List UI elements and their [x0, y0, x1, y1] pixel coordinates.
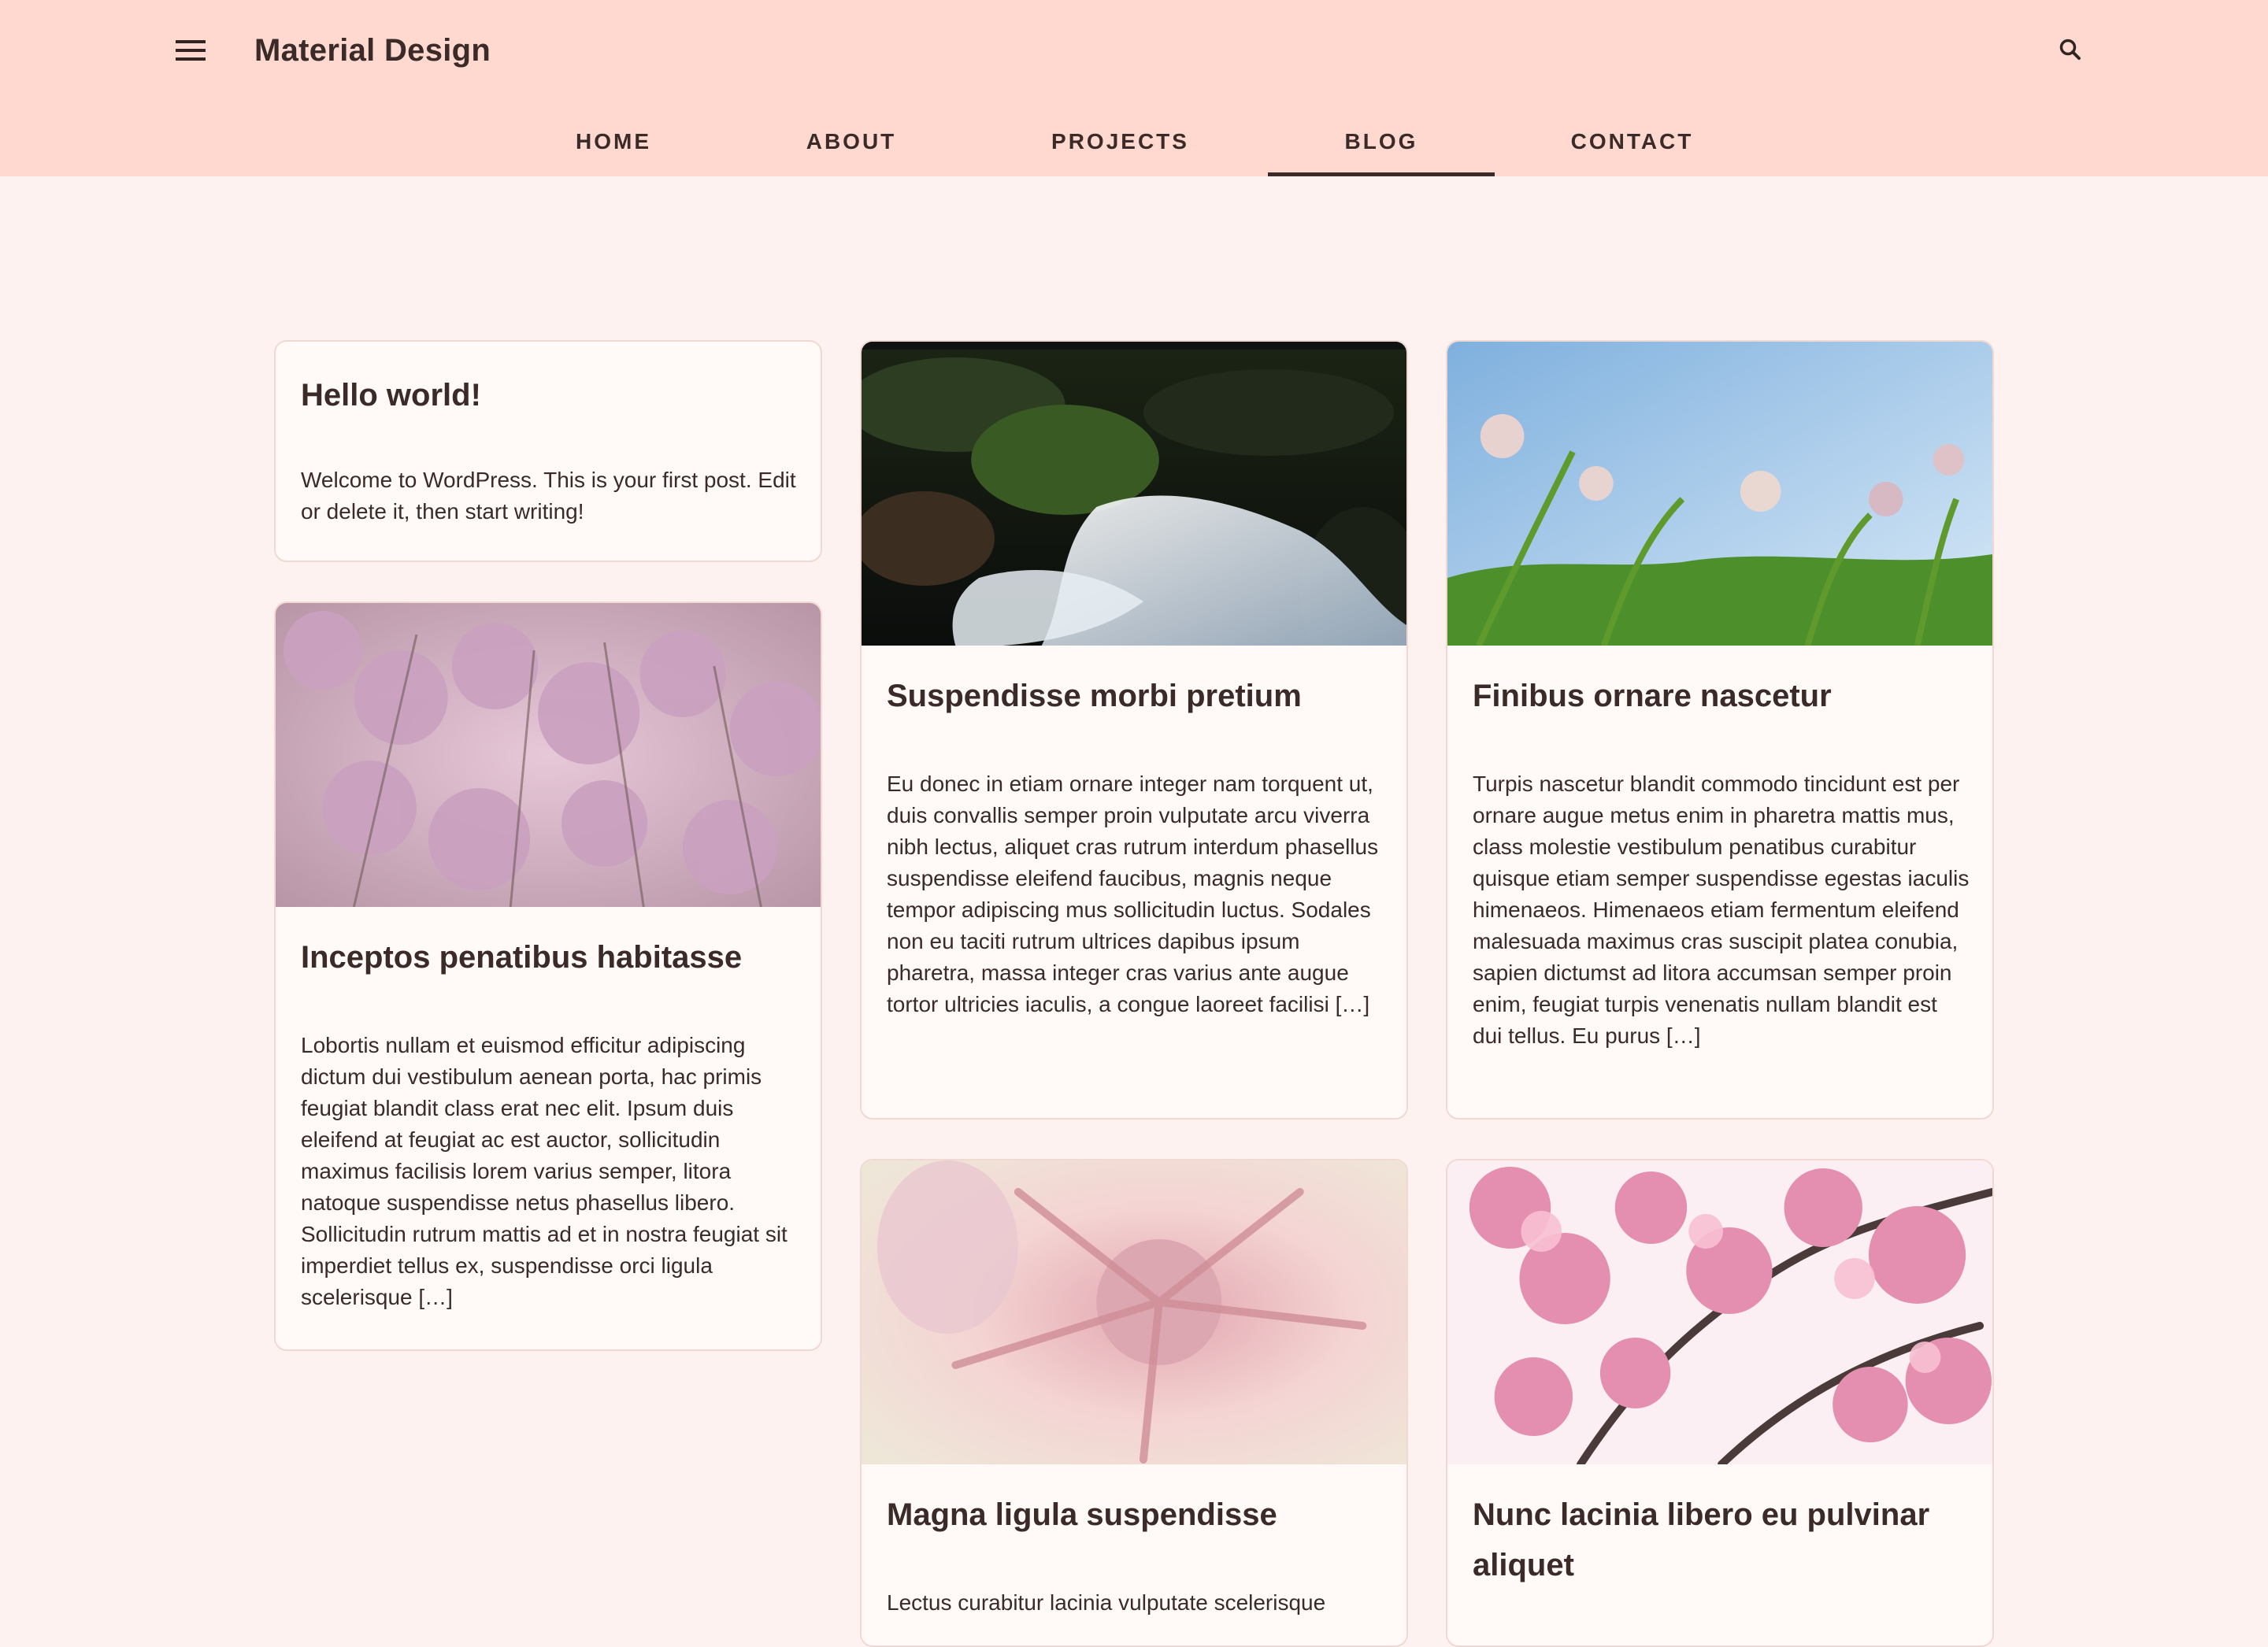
post-card[interactable]: Nunc lacinia libero eu pulvinar aliquet [1446, 1159, 1994, 1647]
post-card[interactable]: Inceptos penatibus habitasse Lobortis nu… [274, 601, 822, 1351]
post-card[interactable]: Hello world! Welcome to WordPress. This … [274, 340, 822, 562]
tab-blog[interactable]: BLOG [1268, 107, 1495, 176]
hamburger-menu-icon [176, 40, 206, 61]
post-excerpt: Turpis nascetur blandit commodo tincidun… [1473, 772, 1970, 1048]
post-title[interactable]: Magna ligula suspendisse [887, 1490, 1384, 1540]
post-image-wildflowers[interactable] [1447, 342, 1992, 646]
post-card[interactable]: Suspendisse morbi pretium Eu donec in et… [860, 340, 1408, 1120]
menu-button[interactable] [164, 27, 217, 74]
primary-nav: HOME ABOUT PROJECTS BLOG CONTACT [0, 107, 2268, 176]
post-excerpt: Eu donec in etiam ornare integer nam tor… [887, 772, 1379, 1016]
search-icon [2059, 39, 2081, 60]
post-card[interactable]: Finibus ornare nascetur Turpis nascetur … [1446, 340, 1994, 1120]
site-title[interactable]: Material Design [254, 28, 491, 72]
post-title[interactable]: Nunc lacinia libero eu pulvinar aliquet [1473, 1490, 1970, 1590]
search-button[interactable] [2051, 30, 2092, 71]
post-image-pink-flowers[interactable] [276, 603, 821, 907]
post-title[interactable]: Suspendisse morbi pretium [887, 671, 1384, 721]
tab-home[interactable]: HOME [547, 107, 680, 176]
post-excerpt: Lectus curabitur lacinia vulputate scele… [887, 1590, 1326, 1615]
post-title[interactable]: Inceptos penatibus habitasse [301, 932, 799, 983]
tab-contact[interactable]: CONTACT [1559, 107, 1705, 176]
top-app-bar: Material Design HOME ABOUT PROJECTS BLOG… [0, 0, 2268, 176]
tab-about[interactable]: ABOUT [784, 107, 918, 176]
post-image-waterfall[interactable] [862, 342, 1406, 646]
post-excerpt: Lobortis nullam et euismod efficitur adi… [301, 1033, 788, 1309]
post-excerpt: Welcome to WordPress. This is your first… [301, 468, 796, 524]
post-card[interactable]: Magna ligula suspendisse Lectus curabitu… [860, 1159, 1408, 1647]
post-title[interactable]: Hello world! [301, 370, 799, 420]
tab-projects[interactable]: PROJECTS [1036, 107, 1205, 176]
post-image-cherry-blossom[interactable] [1447, 1160, 1992, 1464]
post-image-protea[interactable] [862, 1160, 1406, 1464]
post-title[interactable]: Finibus ornare nascetur [1473, 671, 1970, 721]
